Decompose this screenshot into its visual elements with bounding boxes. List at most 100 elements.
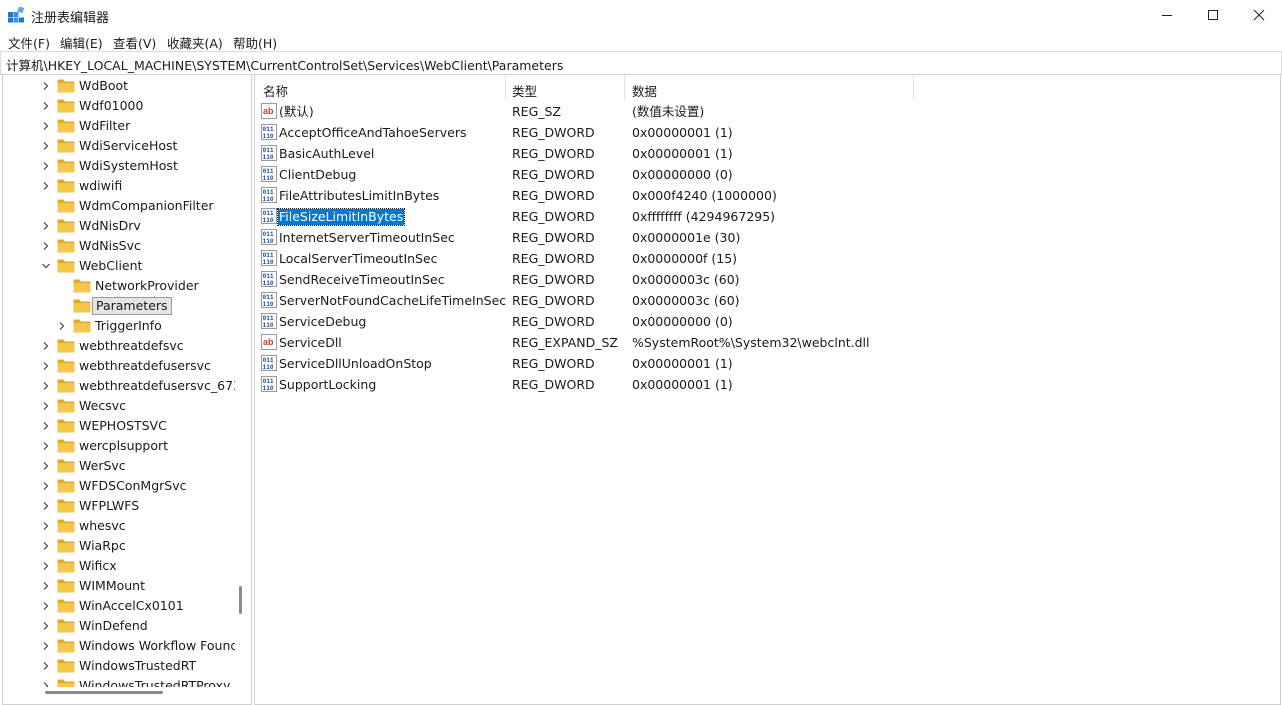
chevron-right-icon[interactable] [41,581,51,591]
value-row[interactable]: 011 110 SendReceiveTimeoutInSec REG_DWORD 0x… [255,269,1280,290]
address-bar[interactable]: 计算机\HKEY_LOCAL_MACHINE\SYSTEM\CurrentCon… [0,51,1282,75]
chevron-right-icon[interactable] [41,381,51,391]
tree-item[interactable]: wdiwifi [3,176,235,196]
registry-key-tree[interactable]: WdBoot Wdf01000 WdFilter WdiServiceHost WdiS… [2,74,252,705]
column-header-name[interactable]: 名称 [263,81,288,100]
value-row[interactable]: 011 110 ClientDebug REG_DWORD 0x00000000 (0) [255,164,1280,185]
chevron-right-icon[interactable] [41,561,51,571]
value-row[interactable]: 011 110 ServiceDllUnloadOnStop REG_DWORD 0x0… [255,353,1280,374]
address-path[interactable]: 计算机\HKEY_LOCAL_MACHINE\SYSTEM\CurrentCon… [6,55,563,74]
menu-file[interactable]: 文件(F) [8,33,50,52]
chevron-right-icon[interactable] [41,541,51,551]
column-divider[interactable] [624,75,625,100]
tree-item[interactable]: WiaRpc [3,536,235,556]
chevron-right-icon[interactable] [41,81,51,91]
menu-help[interactable]: 帮助(H) [233,33,277,52]
value-row[interactable]: 011 110 ServerNotFoundCacheLifeTimeInSec RE… [255,290,1280,311]
tree-item[interactable]: NetworkProvider [3,276,235,296]
tree-horizontal-scrollbar[interactable] [45,691,163,694]
value-row[interactable]: 011 110 BasicAuthLevel REG_DWORD 0x00000001 … [255,143,1280,164]
tree-item[interactable]: Wdf01000 [3,96,235,116]
chevron-right-icon[interactable] [41,181,51,191]
chevron-right-icon[interactable] [41,421,51,431]
value-row[interactable]: 011 110 LocalServerTimeoutInSec REG_DWORD 0x… [255,248,1280,269]
column-header-type[interactable]: 类型 [512,81,537,100]
tree-item[interactable]: Wecsvc [3,396,235,416]
tree-item[interactable]: webthreatdefusersvc [3,356,235,376]
tree-item[interactable]: WerSvc [3,456,235,476]
chevron-right-icon[interactable] [41,501,51,511]
tree-item[interactable]: WdBoot [3,76,235,96]
chevron-right-icon[interactable] [41,441,51,451]
tree-item[interactable]: webthreatdefsvc [3,336,235,356]
value-type: REG_DWORD [512,230,595,245]
tree-item[interactable]: WIMMount [3,576,235,596]
value-row[interactable]: ab (默认) REG_SZ (数值未设置) [255,101,1280,122]
tree-item[interactable]: WdFilter [3,116,235,136]
chevron-right-icon[interactable] [41,621,51,631]
value-data: 0x00000000 (0) [632,167,733,182]
tree-item[interactable]: WinDefend [3,616,235,636]
chevron-right-icon[interactable] [41,681,51,687]
chevron-right-icon[interactable] [41,661,51,671]
chevron-right-icon[interactable] [41,221,51,231]
svg-text:011: 011 [263,168,274,175]
chevron-right-icon[interactable] [41,101,51,111]
chevron-right-icon[interactable] [41,141,51,151]
close-button[interactable] [1236,0,1282,30]
tree-item[interactable]: WdNisDrv [3,216,235,236]
tree-item[interactable]: WdiServiceHost [3,136,235,156]
chevron-down-icon[interactable] [41,261,51,271]
menu-edit[interactable]: 编辑(E) [60,33,103,52]
chevron-right-icon[interactable] [57,321,67,331]
value-row[interactable]: 011 110 FileSizeLimitInBytes REG_DWORD 0xfff… [255,206,1280,227]
menu-favorites[interactable]: 收藏夹(A) [167,33,223,52]
registry-value-list[interactable]: 名称 类型 数据 ab (默认) REG_SZ (数值未设置) 011 110 Accept… [254,74,1281,705]
value-row[interactable]: 011 110 SupportLocking REG_DWORD 0x00000001 … [255,374,1280,395]
chevron-right-icon[interactable] [41,401,51,411]
chevron-right-icon[interactable] [41,641,51,651]
tree-item[interactable]: whesvc [3,516,235,536]
value-row[interactable]: 011 110 ServiceDebug REG_DWORD 0x00000000 (0… [255,311,1280,332]
chevron-right-icon[interactable] [41,341,51,351]
column-divider[interactable] [505,75,506,100]
chevron-right-icon[interactable] [41,161,51,171]
tree-item[interactable]: WinAccelCx0101 [3,596,235,616]
value-row[interactable]: ab ServiceDll REG_EXPAND_SZ %SystemRoot%\Sy… [255,332,1280,353]
column-header-data[interactable]: 数据 [632,81,657,100]
tree-vertical-scrollbar[interactable] [239,586,242,614]
chevron-right-icon[interactable] [41,601,51,611]
tree-item[interactable]: Windows Workflow Foundation [3,636,235,656]
folder-icon [57,439,75,453]
tree-item[interactable]: WindowsTrustedRT [3,656,235,676]
chevron-right-icon[interactable] [41,521,51,531]
maximize-button[interactable] [1190,0,1236,30]
value-row[interactable]: 011 110 AcceptOfficeAndTahoeServers REG_DWO… [255,122,1280,143]
tree-item[interactable]: WdmCompanionFilter [3,196,235,216]
tree-item[interactable]: WdNisSvc [3,236,235,256]
tree-item[interactable]: Wificx [3,556,235,576]
chevron-right-icon[interactable] [41,121,51,131]
folder-icon [57,619,75,633]
folder-icon [57,579,75,593]
menu-bar: 文件(F) 编辑(E) 查看(V) 收藏夹(A) 帮助(H) [0,30,1282,51]
chevron-right-icon[interactable] [41,481,51,491]
tree-item[interactable]: webthreatdefusersvc_673c6 [3,376,235,396]
chevron-right-icon[interactable] [41,241,51,251]
tree-item[interactable]: TriggerInfo [3,316,235,336]
chevron-right-icon[interactable] [41,361,51,371]
tree-item[interactable]: WebClient [3,256,235,276]
tree-item[interactable]: WFDSConMgrSvc [3,476,235,496]
value-row[interactable]: 011 110 InternetServerTimeoutInSec REG_DWOR… [255,227,1280,248]
tree-item[interactable]: wercplsupport [3,436,235,456]
value-row[interactable]: 011 110 FileAttributesLimitInBytes REG_DWOR… [255,185,1280,206]
chevron-right-icon[interactable] [41,461,51,471]
tree-item[interactable]: WindowsTrustedRTProxy [3,676,235,687]
tree-item[interactable]: WFPLWFS [3,496,235,516]
tree-item[interactable]: WEPHOSTSVC [3,416,235,436]
menu-view[interactable]: 查看(V) [113,33,156,52]
minimize-button[interactable] [1144,0,1190,30]
tree-item[interactable]: WdiSystemHost [3,156,235,176]
tree-item[interactable]: Parameters [3,296,235,316]
column-divider[interactable] [913,75,914,100]
